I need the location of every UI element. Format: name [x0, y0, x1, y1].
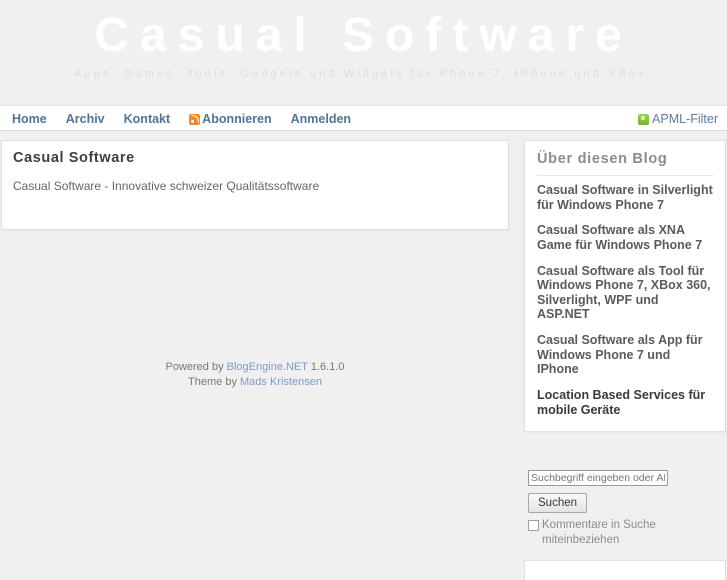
search-input[interactable] — [528, 470, 668, 487]
about-link-tool[interactable]: Casual Software als Tool für Windows Pho… — [537, 264, 713, 323]
about-link-xna-game[interactable]: Casual Software als XNA Game für Windows… — [537, 223, 713, 252]
comment-search-label: Kommentare in Suche miteinbeziehen — [542, 519, 656, 546]
main-content: Casual Software Casual Software - Innova… — [1, 140, 509, 231]
about-link-silverlight[interactable]: Casual Software in Silverlight für Windo… — [537, 183, 713, 212]
nav-item-label: Abonnieren — [202, 112, 272, 126]
rss-icon — [189, 113, 201, 125]
about-widget-header: Über diesen Blog — [537, 151, 713, 176]
list-item: Casual Software als App für Windows Phon… — [537, 333, 713, 377]
footer-theme-prefix: Theme by — [188, 375, 237, 388]
nav-item-abonnieren[interactable]: Abonnieren — [189, 112, 272, 126]
comment-search-checkbox[interactable] — [528, 520, 539, 532]
next-widget-partial — [524, 559, 726, 580]
page-container: Casual Software Casual Software - Innova… — [0, 131, 727, 580]
about-link-app[interactable]: Casual Software als App für Windows Phon… — [537, 333, 713, 377]
list-item: Casual Software in Silverlight für Windo… — [537, 183, 713, 212]
site-header: Casual Software Apps, Games, Tools, Gadg… — [0, 0, 727, 105]
post-body: Casual Software - Innovative schweizer Q… — [13, 179, 320, 193]
nav-item-label: Home — [12, 112, 47, 126]
nav-item-label: Archiv — [65, 112, 105, 126]
nav-item-anmelden[interactable]: Anmelden — [291, 112, 351, 126]
search-widget: Suchen Kommentare in Suche miteinbeziehe… — [524, 470, 726, 547]
nav-item-archiv[interactable]: Archiv — [66, 112, 105, 126]
site-subtitle: Apps, Games, Tools, Gadgets und Widgets … — [74, 67, 653, 80]
nav-right-group: APML-Filter — [638, 106, 718, 132]
post-card: Casual Software Casual Software - Innova… — [1, 140, 509, 231]
theme-author-link[interactable]: Mads Kristensen — [240, 376, 322, 388]
site-title: Casual Software — [94, 9, 633, 62]
list-item: Casual Software als Tool für Windows Pho… — [537, 264, 713, 323]
about-link-list: Casual Software in Silverlight für Windo… — [537, 183, 713, 417]
comment-search-option[interactable]: Kommentare in Suche miteinbeziehen — [528, 518, 698, 547]
footer-theme-line: Theme by Mads Kristensen — [1, 375, 509, 390]
footer-version: 1.6.1.0 — [310, 361, 345, 373]
site-footer: Powered by BlogEngine.NET 1.6.1.0 Theme … — [1, 360, 509, 389]
page-root: Casual Software Apps, Games, Tools, Gadg… — [0, 0, 727, 580]
main-navigation: Home Archiv Kontakt Abonnieren Anmelden … — [0, 105, 727, 131]
blogengine-link[interactable]: BlogEngine.NET — [227, 361, 308, 373]
list-item: Location Based Services für mobile Gerät… — [537, 388, 713, 417]
apml-filter-label: APML-Filter — [652, 112, 718, 126]
nav-item-label: Anmelden — [290, 112, 352, 126]
nav-item-kontakt[interactable]: Kontakt — [124, 112, 171, 126]
about-link-location-based-services[interactable]: Location Based Services für mobile Gerät… — [537, 388, 713, 417]
sidebar: Über diesen Blog Casual Software in Silv… — [524, 140, 726, 580]
apml-green-icon — [638, 113, 650, 125]
apml-filter-link[interactable]: APML-Filter — [638, 112, 718, 126]
list-item: Casual Software als XNA Game für Windows… — [537, 223, 713, 252]
nav-item-home[interactable]: Home — [12, 112, 47, 126]
footer-powered-prefix: Powered by — [165, 361, 224, 373]
nav-item-label: Kontakt — [123, 112, 171, 126]
footer-powered-line: Powered by BlogEngine.NET 1.6.1.0 — [1, 360, 509, 375]
post-title: Casual Software — [13, 150, 135, 166]
search-button[interactable]: Suchen — [528, 493, 588, 514]
about-blog-widget: Über diesen Blog Casual Software in Silv… — [524, 140, 726, 433]
nav-links: Home Archiv Kontakt Abonnieren Anmelden — [12, 106, 351, 132]
